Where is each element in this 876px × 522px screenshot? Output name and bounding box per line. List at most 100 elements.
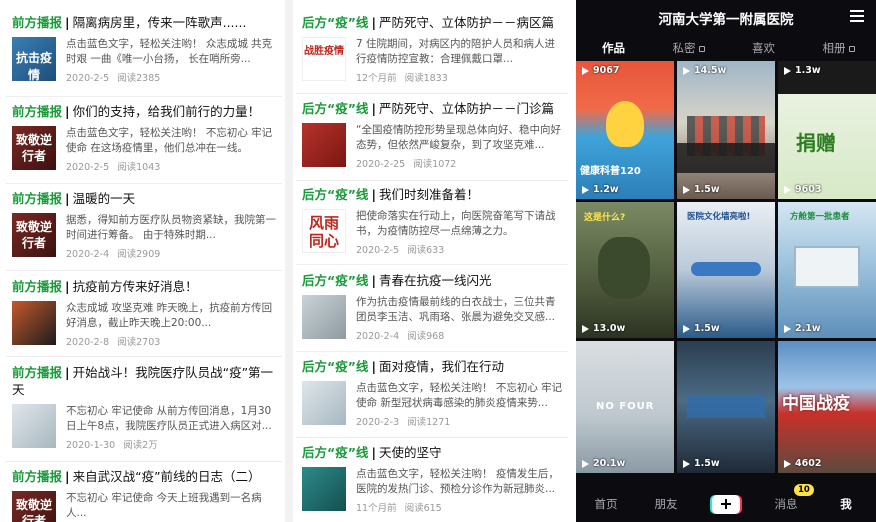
article-meta: 2020-2-5 阅读633 (356, 245, 445, 256)
article-title: 前方播报 | 隔离病房里，传来一阵歌声...... (12, 15, 247, 30)
divider (6, 461, 282, 462)
divider (6, 183, 282, 184)
article-item[interactable]: 后方“疫”线 | 严防死守、立体防护－－门诊篇 “全国疫情防控形势呈现总体向好、稳中… (296, 100, 568, 170)
view-count: 9603 (784, 184, 821, 195)
nav-friends[interactable]: 朋友 (636, 496, 696, 512)
lock-icon (698, 45, 705, 52)
article-item[interactable]: 前方播报 | 开始战斗！我院医疗队员战“疫”第一天 不忘初心 牢记使命 从前方传回消… (6, 364, 282, 451)
play-icon (683, 324, 690, 333)
view-count: 1.2w (582, 184, 619, 195)
view-count: 14.5w (683, 65, 726, 76)
profile-header: 河南大学第一附属医院 (576, 0, 876, 36)
article-meta: 11个月前 阅读615 (356, 503, 442, 514)
video-thumbnail[interactable]: NO FOUR 20.1w (576, 341, 674, 473)
divider (296, 93, 568, 94)
profile-tabs: 作品 私密 喜欢 相册 (576, 36, 876, 60)
play-icon (683, 66, 690, 75)
article-item[interactable]: 前方播报 | 你们的支持，给我们前行的力量！ 致敬逆行者 点击蓝色文字，轻松关注哟！… (6, 103, 282, 173)
article-title: 后方“疫”线 | 我们时刻准备着！ (302, 187, 480, 202)
play-icon (582, 66, 589, 75)
article-item[interactable]: 后方“疫”线 | 天使的坚守 点击蓝色文字，轻松关注哟！ 疫情发生后，医院的发热门诊… (296, 444, 568, 514)
article-thumbnail (302, 467, 346, 511)
article-item[interactable]: 后方“疫”线 | 我们时刻准备着！ 风雨同心 把使命落实在行动上，向医院奋笔写下请战… (296, 186, 568, 256)
tab-likes[interactable]: 喜欢 (726, 40, 801, 56)
article-item[interactable]: 前方播报 | 隔离病房里，传来一阵歌声...... 抗击疫情 点击蓝色文字，轻松关注… (6, 14, 282, 84)
video-thumbnail[interactable]: 1.3w 捐赠 9603 (778, 61, 876, 199)
video-thumbnail[interactable]: 9067 健康科普120 1.2w (576, 61, 674, 199)
column-gap (285, 0, 293, 522)
article-meta: 2020-1-30 阅读2万 (66, 440, 158, 451)
bottom-navigation: 首页 朋友 消息 10 我 (576, 484, 876, 522)
article-thumbnail (302, 295, 346, 339)
view-count: 13.0w (582, 323, 625, 334)
front-report-article-list: 前方播报 | 隔离病房里，传来一阵歌声...... 抗击疫情 点击蓝色文字，轻松关注… (6, 0, 282, 522)
article-item[interactable]: 前方播报 | 温暖的一天 致敬逆行者 据悉，得知前方医疗队员物资紧缺，我院第一时间进… (6, 190, 282, 260)
play-icon (582, 459, 589, 468)
account-name: 河南大学第一附属医院 (658, 12, 794, 28)
message-count-badge: 10 (794, 484, 814, 496)
view-count: 1.5w (683, 323, 720, 334)
tab-private[interactable]: 私密 (651, 40, 726, 56)
article-item[interactable]: 前方播报 | 来自武汉战“疫”前线的日志（二） 致敬逆行者 不忘初心 牢记使命 今天… (6, 468, 282, 522)
article-meta: 2020-2-5 阅读1043 (66, 162, 161, 173)
divider (6, 356, 282, 357)
view-count: 1.5w (683, 184, 720, 195)
article-item[interactable]: 后方“疫”线 | 面对疫情，我们在行动 点击蓝色文字，轻松关注哟！ 不忘初心 牢记使… (296, 358, 568, 428)
nav-home[interactable]: 首页 (576, 496, 636, 512)
video-thumbnail[interactable]: 14.5w 1.5w (677, 61, 775, 199)
article-item[interactable]: 前方播报 | 抗疫前方传来好消息！ 众志成城 攻坚克难 昨天晚上，抗疫前方传回好消息… (6, 278, 282, 348)
article-thumbnail: 致敬逆行者 (12, 213, 56, 257)
article-summary: “全国疫情防控形势呈现总体向好、稳中向好态势，但依然严峻复杂，到了攻坚克难... (356, 124, 561, 151)
article-summary: 作为抗击疫情最前线的白衣战士，三位共青团员李玉洁、巩雨珞、张晨为避免交叉感... (356, 296, 556, 323)
play-icon (683, 459, 690, 468)
view-count: 20.1w (582, 458, 625, 469)
rear-line-article-list: 后方“疫”线 | 严防死守、立体防护－－病区篇 战胜疫情 7 住院期间，对病区内的陪… (296, 0, 568, 522)
article-title: 后方“疫”线 | 青春在抗疫一线闪光 (302, 273, 492, 288)
article-thumbnail (12, 301, 56, 345)
article-title: 前方播报 | 你们的支持，给我们前行的力量！ (12, 104, 261, 119)
article-item[interactable]: 后方“疫”线 | 青春在抗疫一线闪光 作为抗击疫情最前线的白衣战士，三位共青团员李玉… (296, 272, 568, 342)
article-thumbnail: 风雨同心 (302, 209, 346, 253)
article-meta: 2020-2-4 阅读2909 (66, 249, 161, 260)
video-grid: 9067 健康科普120 1.2w 14.5w 1.5w 1.3w 捐赠 960… (576, 61, 876, 485)
play-icon (582, 324, 589, 333)
article-thumbnail: 致敬逆行者 (12, 491, 56, 522)
article-summary: 把使命落实在行动上，向医院奋笔写下请战书，为疫情防控尽一点绵薄之力。 (356, 210, 556, 237)
nav-messages[interactable]: 消息 10 (756, 484, 816, 512)
article-summary: 不忘初心 牢记使命 今天上班我遇到一名病人... (66, 492, 262, 519)
view-count: 1.3w (784, 65, 821, 76)
article-summary: 众志成城 攻坚克难 昨天晚上，抗疫前方传回好消息，截止昨天晚上20:00... (66, 302, 273, 329)
video-thumbnail[interactable]: 医院文化墙亮啦! 1.5w (677, 202, 775, 338)
article-meta: 2020-2-3 阅读1271 (356, 417, 451, 428)
play-icon (784, 459, 791, 468)
article-item[interactable]: 后方“疫”线 | 严防死守、立体防护－－病区篇 战胜疫情 7 住院期间，对病区内的陪… (296, 14, 568, 84)
play-icon (683, 185, 690, 194)
video-thumbnail[interactable]: 这是什么? 13.0w (576, 202, 674, 338)
article-thumbnail (302, 123, 346, 167)
article-summary: 点击蓝色文字，轻松关注哟！ 疫情发生后，医院的发热门诊、预检分诊作为新冠肺炎..… (356, 468, 559, 495)
article-thumbnail (302, 381, 346, 425)
menu-icon[interactable] (850, 10, 864, 22)
article-summary: 据悉，得知前方医疗队员物资紧缺，我院第一时间进行筹备。 由于特殊时期... (66, 214, 276, 241)
video-thumbnail[interactable]: 方舱第一批患者 2.1w (778, 202, 876, 338)
article-thumbnail: 致敬逆行者 (12, 126, 56, 170)
article-thumbnail: 战胜疫情 (302, 37, 346, 81)
nav-me[interactable]: 我 (816, 496, 876, 512)
create-button[interactable] (696, 494, 756, 514)
view-count: 2.1w (784, 323, 821, 334)
article-title: 后方“疫”线 | 严防死守、立体防护－－门诊篇 (302, 101, 555, 116)
video-thumbnail[interactable]: 中国战疫 4602 (778, 341, 876, 473)
video-thumbnail[interactable]: 1.5w (677, 341, 775, 473)
article-title: 前方播报 | 来自武汉战“疫”前线的日志（二） (12, 469, 261, 484)
tab-works[interactable]: 作品 (576, 40, 651, 56)
divider (296, 437, 568, 438)
article-summary: 不忘初心 牢记使命 从前方传回消息，1月30日上午8点，我院医疗队员正式进入病区… (66, 405, 272, 432)
article-summary: 7 住院期间，对病区内的陪护人员和病人进行疫情防控宣教：合理佩戴口罩... (356, 38, 556, 65)
lightbulb-icon (606, 101, 644, 147)
play-icon (784, 324, 791, 333)
tab-album[interactable]: 相册 (801, 40, 876, 56)
view-count: 1.5w (683, 458, 720, 469)
article-thumbnail (12, 404, 56, 448)
divider (6, 270, 282, 271)
play-icon (784, 66, 791, 75)
